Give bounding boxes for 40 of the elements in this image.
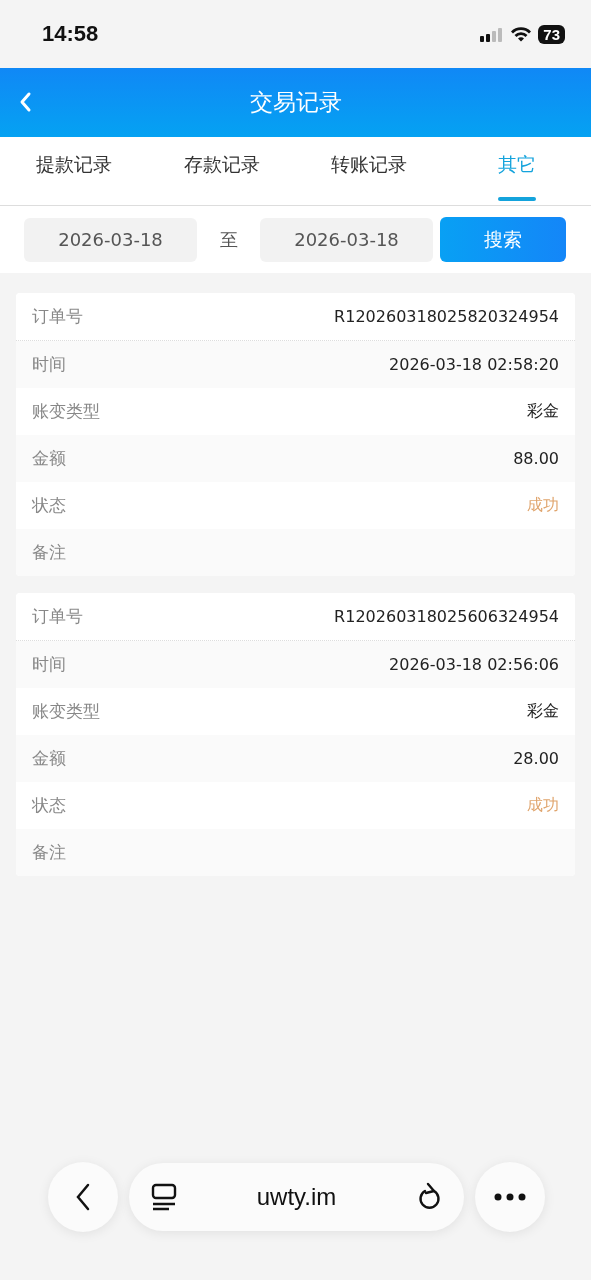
tab[interactable]: 转账记录 [295,137,444,205]
start-date-field[interactable]: 2026-03-18 [24,217,197,262]
tab[interactable]: 提款记录 [0,137,148,205]
end-date-field[interactable]: 2026-03-18 [260,217,433,262]
field-label: 状态 [32,794,66,817]
field-value: 成功 [527,795,559,816]
field-value: 88.00 [513,449,559,468]
range-separator: 至 [218,227,239,252]
field-value: R120260318025820324954 [334,307,559,326]
page-title: 交易记录 [249,88,342,117]
field-value: 2026-03-18 02:58:20 [389,355,559,374]
wifi-icon [510,26,533,42]
field-label: 账变类型 [32,700,100,723]
field-value: 彩金 [527,401,559,422]
field-label: 订单号 [32,305,83,328]
address-bar[interactable]: uwty.im [129,1163,464,1231]
field-value: 28.00 [513,749,559,768]
field-label: 金额 [32,747,66,770]
back-icon [75,1183,91,1211]
reload-icon[interactable] [416,1182,442,1212]
field-label: 时间 [32,653,66,676]
field-label: 金额 [32,447,66,470]
field-label: 时间 [32,353,66,376]
status-time: 14:58 [42,21,99,47]
more-icon [494,1193,526,1201]
battery-indicator: 73 [538,24,565,44]
field-label: 订单号 [32,605,83,628]
field-label: 状态 [32,494,66,517]
field-value: 成功 [527,495,559,516]
signal-icon [480,26,505,42]
field-label: 账变类型 [32,400,100,423]
tabs-icon[interactable] [151,1183,177,1211]
field-label: 备注 [32,541,66,564]
field-value: 彩金 [527,701,559,722]
url-text: uwty.im [256,1183,337,1211]
field-value: R120260318025606324954 [334,607,559,626]
field-label: 备注 [32,841,66,864]
back-icon[interactable] [18,91,32,113]
field-value: 2026-03-18 02:56:06 [389,655,559,674]
tab[interactable]: 存款记录 [147,137,296,205]
